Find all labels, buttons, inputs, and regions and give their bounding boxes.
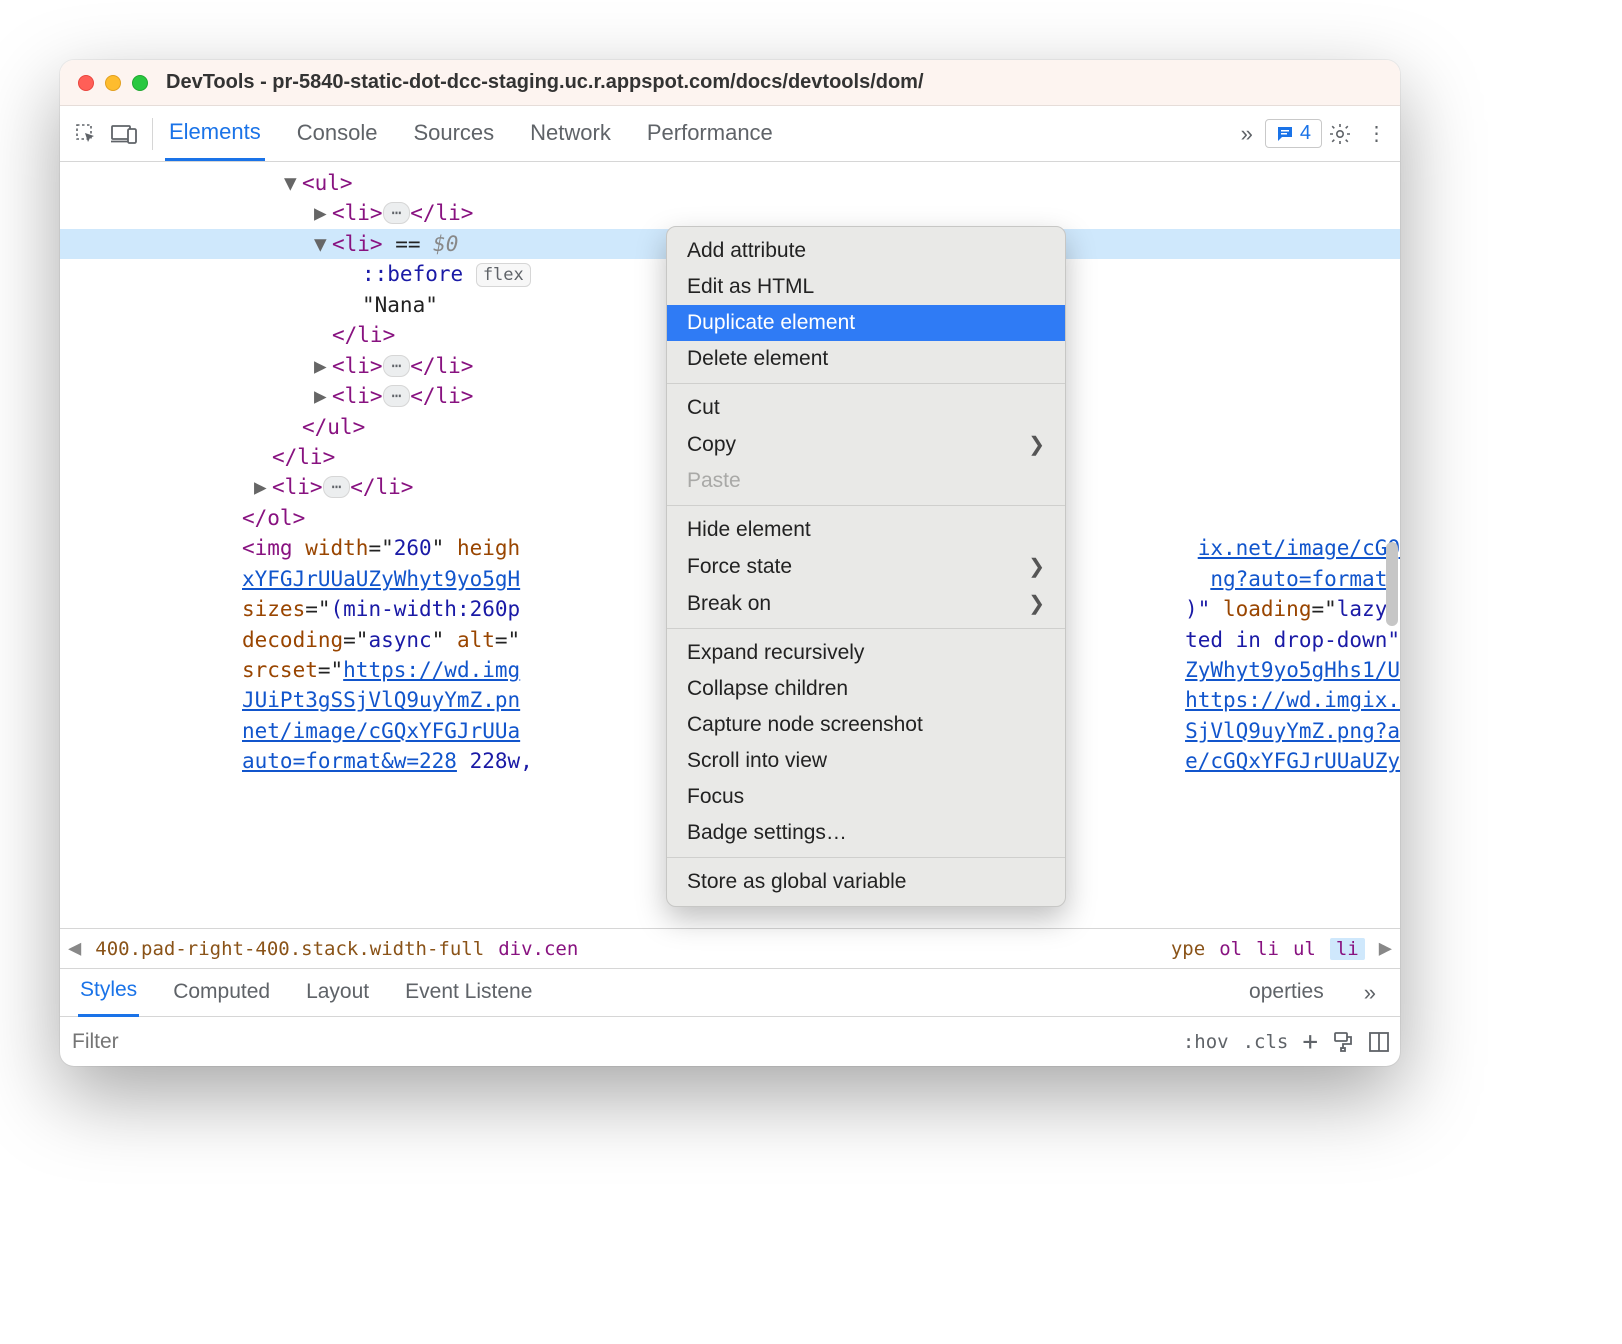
tab-elements[interactable]: Elements <box>165 107 265 161</box>
context-menu-label: Paste <box>687 469 741 493</box>
filter-input[interactable] <box>70 1026 1183 1058</box>
context-menu-label: Force state <box>687 555 792 579</box>
close-window-icon[interactable] <box>78 75 94 91</box>
context-menu-item[interactable]: Duplicate element <box>667 305 1065 341</box>
context-menu-label: Cut <box>687 396 720 420</box>
tab-performance[interactable]: Performance <box>643 108 777 159</box>
context-menu-label: Delete element <box>687 347 828 371</box>
maximize-window-icon[interactable] <box>132 75 148 91</box>
separator <box>152 118 153 150</box>
context-menu-item[interactable]: Copy ❯ <box>667 426 1065 463</box>
context-menu-item: Paste <box>667 463 1065 499</box>
titlebar: DevTools - pr-5840-static-dot-dcc-stagin… <box>60 60 1400 106</box>
breadcrumb-item[interactable]: ul <box>1293 938 1316 960</box>
breadcrumb-item-selected[interactable]: li <box>1330 938 1365 960</box>
chevron-right-icon: ❯ <box>1028 591 1045 616</box>
tab-event-listeners[interactable]: Event Listene <box>403 970 534 1016</box>
main-toolbar: Elements Console Sources Network Perform… <box>60 106 1400 162</box>
breadcrumb-item[interactable]: li <box>1256 938 1279 960</box>
paint-icon[interactable] <box>1332 1031 1354 1053</box>
context-menu-label: Add attribute <box>687 239 806 263</box>
context-menu-item[interactable]: Break on ❯ <box>667 585 1065 622</box>
flex-badge[interactable]: flex <box>476 263 531 287</box>
more-tabs-icon[interactable]: » <box>1235 121 1259 147</box>
context-menu-label: Break on <box>687 592 771 616</box>
context-menu-label: Capture node screenshot <box>687 713 923 737</box>
context-menu-label: Copy <box>687 433 736 457</box>
issues-badge[interactable]: 4 <box>1265 119 1322 148</box>
breadcrumb-right-icon[interactable]: ▶ <box>1379 936 1392 961</box>
context-menu-separator <box>667 505 1065 506</box>
context-menu-item[interactable]: Capture node screenshot <box>667 707 1065 743</box>
chevron-right-icon: ❯ <box>1028 554 1045 579</box>
context-menu-label: Edit as HTML <box>687 275 814 299</box>
context-menu-item[interactable]: Cut <box>667 390 1065 426</box>
breadcrumb-item[interactable]: div.cen <box>498 938 578 960</box>
tab-sources[interactable]: Sources <box>409 108 498 159</box>
context-menu-item[interactable]: Focus <box>667 779 1065 815</box>
context-menu-item[interactable]: Hide element <box>667 512 1065 548</box>
issues-count: 4 <box>1300 122 1311 145</box>
ellipsis-icon: ⋯ <box>383 385 411 407</box>
context-menu-item[interactable]: Collapse children <box>667 671 1065 707</box>
ellipsis-icon: ⋯ <box>383 355 411 377</box>
breadcrumb-item[interactable]: ol <box>1219 938 1242 960</box>
window-title: DevTools - pr-5840-static-dot-dcc-stagin… <box>166 71 924 94</box>
chat-icon <box>1276 125 1294 143</box>
settings-icon[interactable] <box>1328 122 1356 146</box>
context-menu-label: Badge settings… <box>687 821 847 845</box>
inspect-element-icon[interactable] <box>70 118 102 150</box>
context-menu-label: Focus <box>687 785 744 809</box>
context-menu-separator <box>667 628 1065 629</box>
tab-styles[interactable]: Styles <box>78 968 139 1017</box>
context-menu-label: Scroll into view <box>687 749 827 773</box>
breadcrumb[interactable]: ◀ 400.pad-right-400.stack.width-full div… <box>60 928 1400 968</box>
context-menu-item[interactable]: Force state ❯ <box>667 548 1065 585</box>
tab-network[interactable]: Network <box>526 108 615 159</box>
styles-tabs: Styles Computed Layout Event Listene ope… <box>60 968 1400 1016</box>
context-menu-separator <box>667 383 1065 384</box>
new-style-rule-icon[interactable]: + <box>1302 1027 1318 1057</box>
context-menu-item[interactable]: Expand recursively <box>667 635 1065 671</box>
chevron-right-icon: ❯ <box>1028 432 1045 457</box>
context-menu-item[interactable]: Edit as HTML <box>667 269 1065 305</box>
context-menu-label: Expand recursively <box>687 641 864 665</box>
more-sidebar-tabs-icon[interactable]: » <box>1358 980 1382 1006</box>
device-toolbar-icon[interactable] <box>108 118 140 150</box>
context-menu-item[interactable]: Scroll into view <box>667 743 1065 779</box>
hov-toggle[interactable]: :hov <box>1183 1031 1229 1053</box>
context-menu-label: Duplicate element <box>687 311 855 335</box>
window-controls <box>78 75 148 91</box>
tab-console[interactable]: Console <box>293 108 382 159</box>
context-menu: Add attribute Edit as HTML Duplicate eleme… <box>666 226 1066 907</box>
context-menu-separator <box>667 857 1065 858</box>
context-menu-label: Collapse children <box>687 677 848 701</box>
context-menu-item[interactable]: Add attribute <box>667 233 1065 269</box>
more-options-icon[interactable]: ⋮ <box>1362 121 1390 146</box>
breadcrumb-left-icon[interactable]: ◀ <box>68 936 81 961</box>
computed-panel-icon[interactable] <box>1368 1031 1390 1053</box>
tab-computed[interactable]: Computed <box>171 970 272 1016</box>
minimize-window-icon[interactable] <box>105 75 121 91</box>
context-menu-item[interactable]: Delete element <box>667 341 1065 377</box>
styles-filter-bar: :hov .cls + <box>60 1016 1400 1066</box>
breadcrumb-item[interactable]: ype <box>1171 938 1205 960</box>
devtools-window: DevTools - pr-5840-static-dot-dcc-stagin… <box>60 60 1400 1066</box>
breadcrumb-item[interactable]: 400.pad-right-400.stack.width-full <box>95 938 484 960</box>
scrollbar-thumb[interactable] <box>1386 542 1398 626</box>
cls-toggle[interactable]: .cls <box>1243 1031 1289 1053</box>
context-menu-label: Store as global variable <box>687 870 906 894</box>
panel-tabs: Elements Console Sources Network Perform… <box>165 107 1229 161</box>
ellipsis-icon: ⋯ <box>323 476 351 498</box>
tab-properties[interactable]: operties <box>1247 970 1326 1016</box>
context-menu-item[interactable]: Badge settings… <box>667 815 1065 851</box>
ellipsis-icon: ⋯ <box>383 202 411 224</box>
context-menu-item[interactable]: Store as global variable <box>667 864 1065 900</box>
tab-layout[interactable]: Layout <box>304 970 371 1016</box>
context-menu-label: Hide element <box>687 518 811 542</box>
